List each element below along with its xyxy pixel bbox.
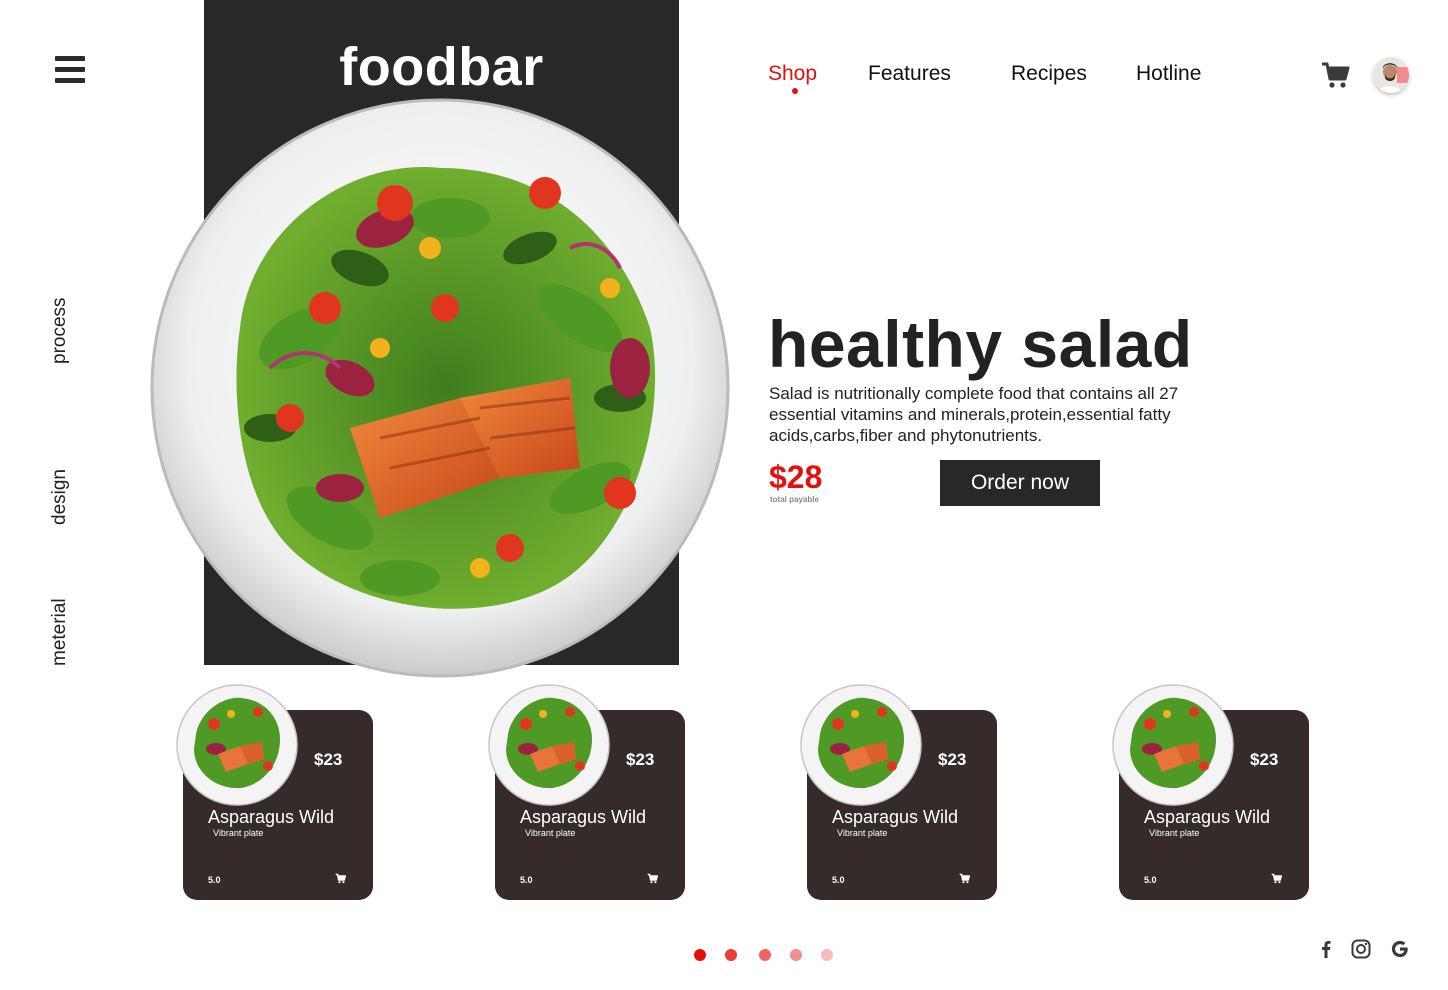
card-subtitle: Vibrant plate — [213, 828, 264, 838]
page-dot-3[interactable] — [759, 949, 771, 961]
card-rating: 5.0 — [832, 875, 845, 885]
page-dot-2[interactable] — [725, 949, 737, 961]
hero-price-caption: total payable — [770, 495, 819, 504]
page-dot-1[interactable] — [694, 949, 706, 961]
side-link-meterial[interactable]: meterial — [49, 598, 71, 666]
card-subtitle: Vibrant plate — [1149, 828, 1200, 838]
card-rating: 5.0 — [1144, 875, 1157, 885]
card-subtitle: Vibrant plate — [525, 828, 576, 838]
card-name: Asparagus Wild — [520, 807, 647, 827]
instagram-icon[interactable] — [1350, 938, 1372, 960]
page-dot-5[interactable] — [821, 949, 833, 961]
card-price: $23 — [314, 750, 343, 769]
card-price: $23 — [1250, 750, 1279, 769]
side-link-design[interactable]: design — [49, 469, 71, 525]
side-link-process[interactable]: process — [49, 297, 71, 364]
side-nav: process design meterial — [40, 0, 80, 990]
card-rating: 5.0 — [520, 875, 533, 885]
facebook-icon[interactable] — [1315, 938, 1337, 960]
nav-shop[interactable]: Shop — [768, 62, 817, 86]
active-nav-indicator — [792, 88, 798, 94]
hero-description: Salad is nutritionally complete food tha… — [769, 384, 1179, 445]
card-price: $23 — [938, 750, 967, 769]
user-avatar[interactable] — [1373, 57, 1409, 93]
card-cart-icon[interactable] — [959, 873, 970, 884]
card-salad-image — [176, 684, 298, 806]
logo[interactable]: foodbar — [204, 36, 679, 98]
card-subtitle: Vibrant plate — [837, 828, 888, 838]
cart-icon[interactable] — [1320, 60, 1350, 90]
card-cart-icon[interactable] — [647, 873, 658, 884]
card-rating: 5.0 — [208, 875, 221, 885]
card-name: Asparagus Wild — [832, 807, 959, 827]
hero-salad-image — [150, 98, 730, 678]
hero-price: $28 — [769, 459, 823, 495]
nav-features[interactable]: Features — [868, 62, 951, 86]
card-cart-icon[interactable] — [1271, 873, 1282, 884]
google-icon[interactable] — [1389, 938, 1411, 960]
hero-title: healthy salad — [768, 307, 1193, 381]
card-salad-image — [800, 684, 922, 806]
nav-recipes[interactable]: Recipes — [1011, 62, 1087, 86]
card-name: Asparagus Wild — [208, 807, 335, 827]
page-dot-4[interactable] — [790, 949, 802, 961]
card-salad-image — [488, 684, 610, 806]
card-salad-image — [1112, 684, 1234, 806]
order-now-button[interactable]: Order now — [940, 460, 1100, 506]
card-name: Asparagus Wild — [1144, 807, 1271, 827]
nav-hotline[interactable]: Hotline — [1136, 62, 1201, 86]
card-cart-icon[interactable] — [335, 873, 346, 884]
card-price: $23 — [626, 750, 655, 769]
